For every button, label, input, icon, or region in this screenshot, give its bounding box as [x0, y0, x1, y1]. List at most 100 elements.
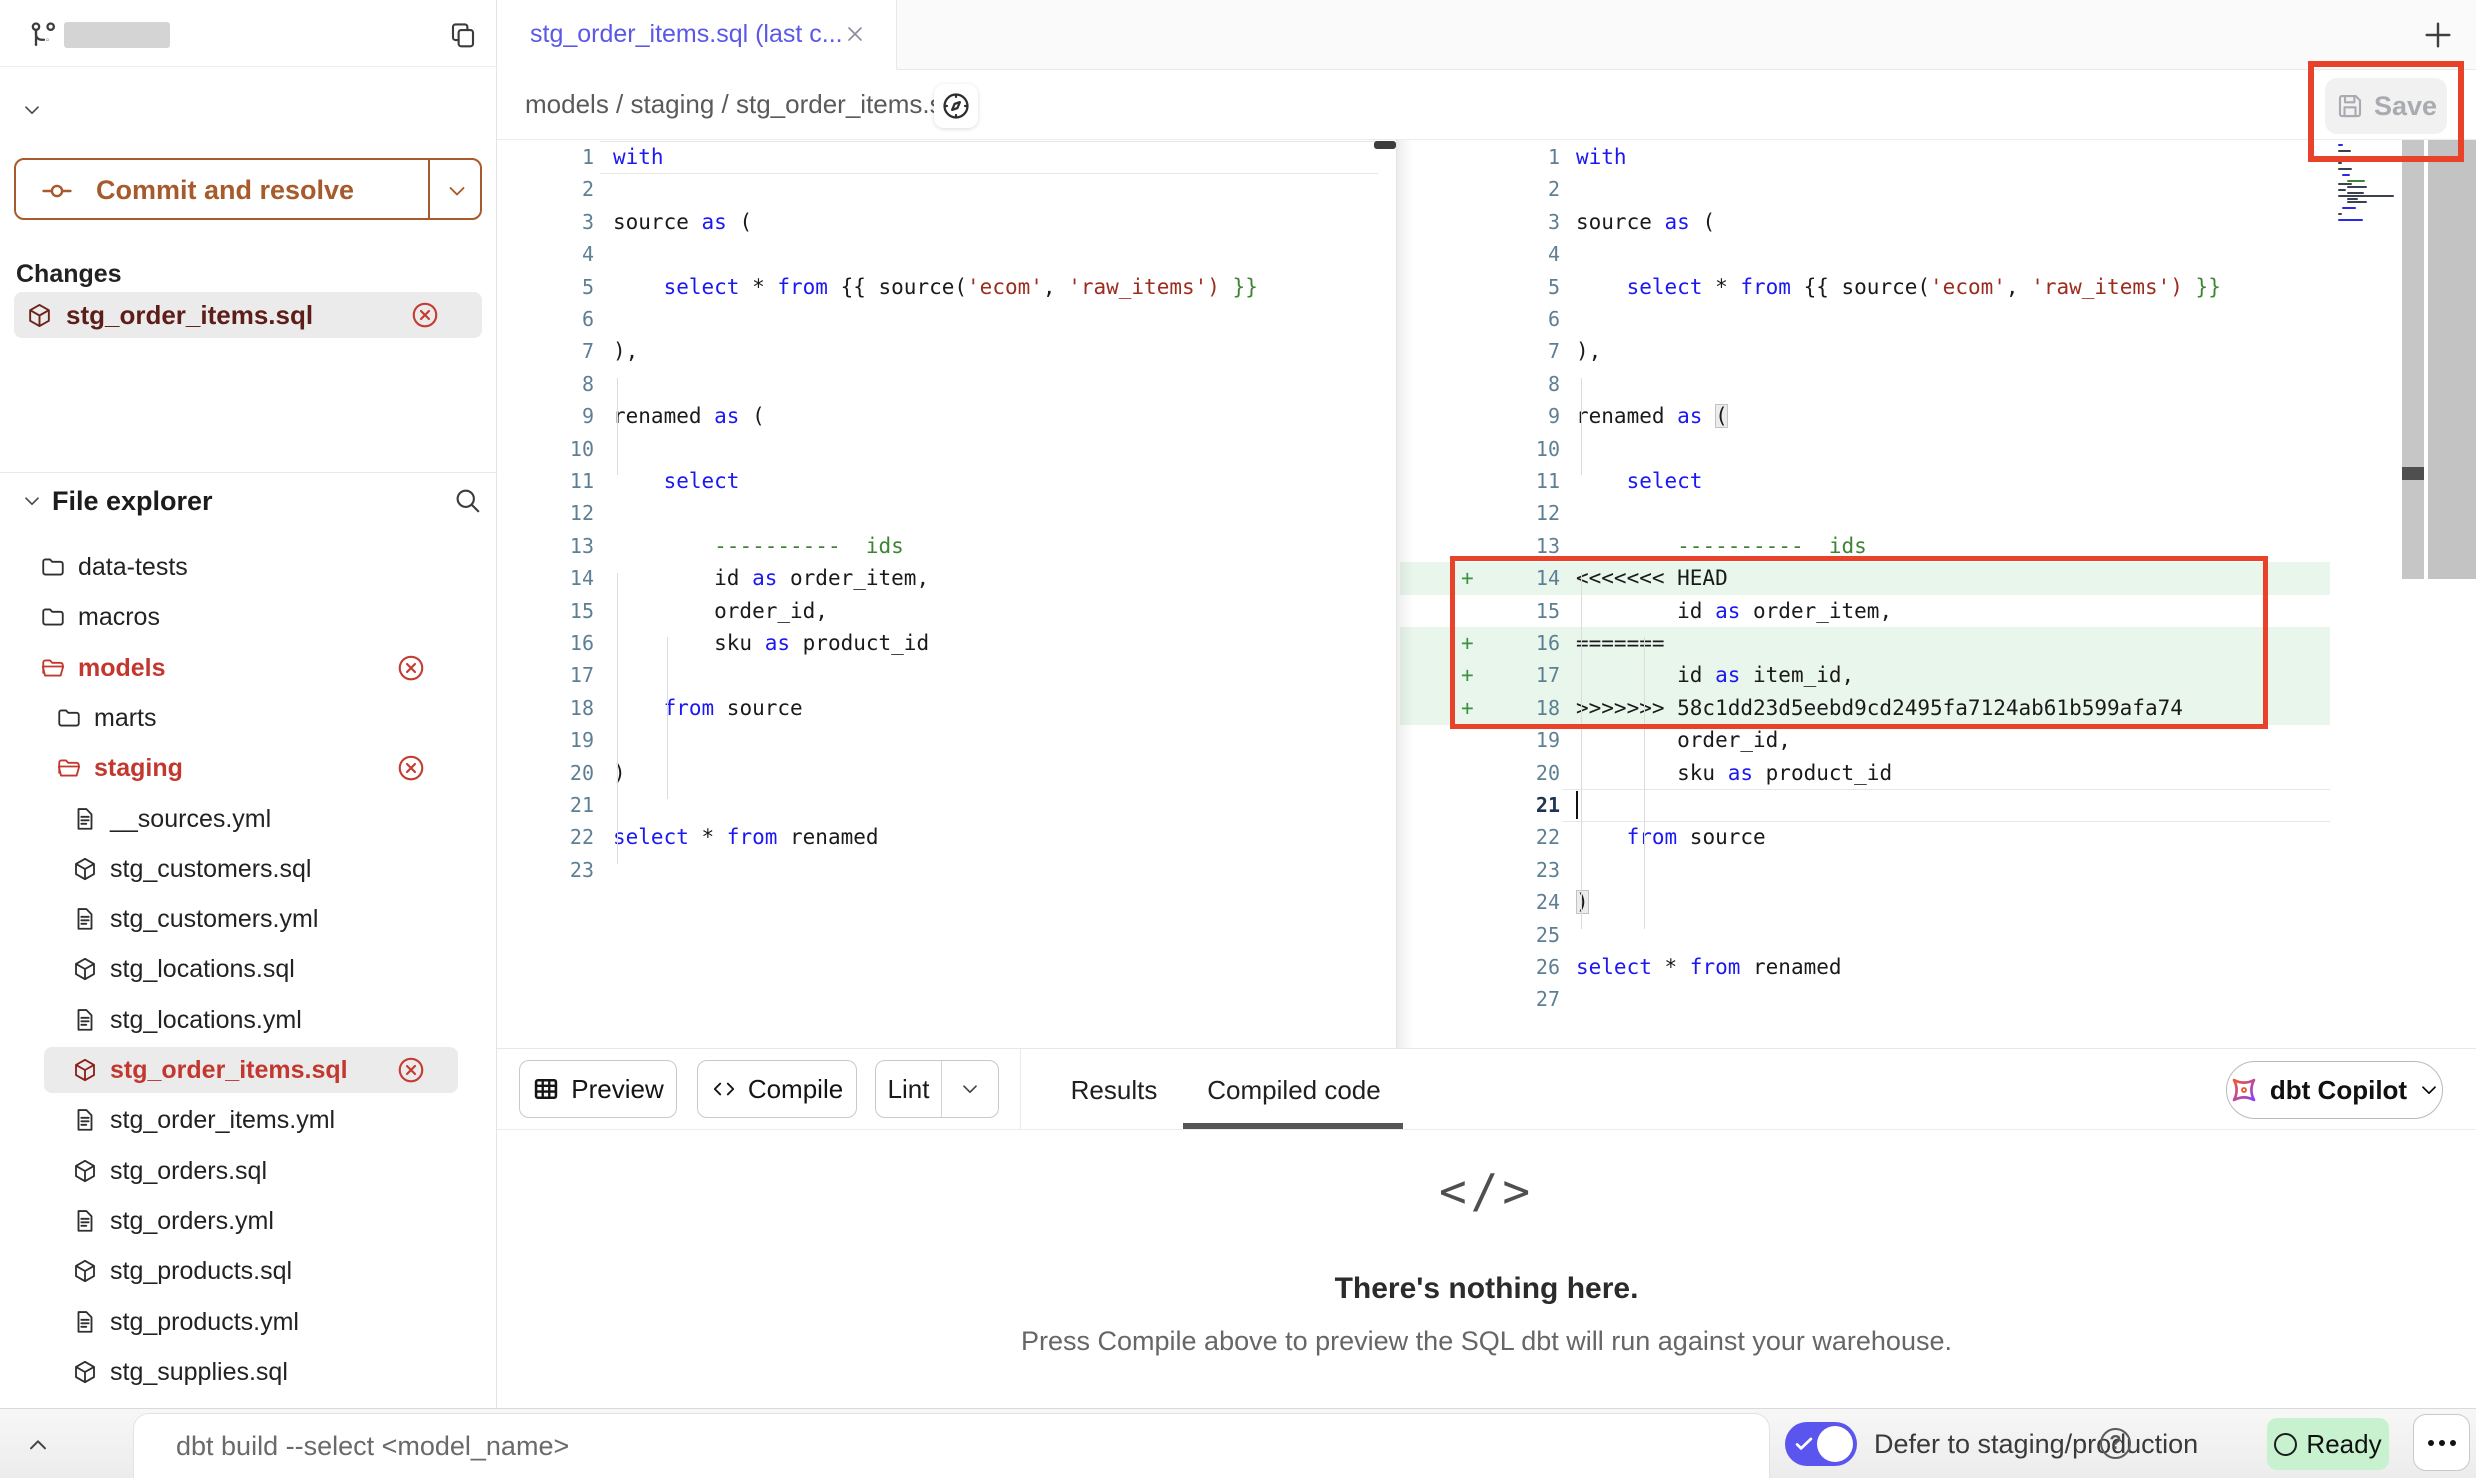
version-control-header[interactable]: Version control 1: [0, 86, 497, 132]
code-line-17: +17 id as item_id,: [1400, 659, 2330, 692]
active-tab-underline: [1183, 1123, 1403, 1129]
discard-change-icon[interactable]: [396, 753, 426, 783]
code-line-19: 19: [517, 724, 1378, 757]
panel-tab-results[interactable]: Results: [1057, 1049, 1171, 1131]
file-item-data-tests[interactable]: data-tests: [0, 544, 497, 590]
code-line-15: 15 id as order_item,: [1400, 595, 2330, 628]
tab-stg-order-items[interactable]: stg_order_items.sql (last c...: [497, 0, 897, 70]
compile-button[interactable]: Compile: [697, 1060, 857, 1118]
file-item-stg-customers-yml[interactable]: stg_customers.yml: [0, 896, 497, 942]
file-item-stg-supplies-sql[interactable]: stg_supplies.sql: [0, 1349, 497, 1395]
file-item-stg-order-items-sql[interactable]: stg_order_items.sql: [0, 1047, 497, 1093]
minimap-line: [2342, 174, 2349, 176]
check-icon: [1793, 1433, 1815, 1455]
code-line-3: 3source as (: [517, 206, 1378, 239]
code-line-11: 11 select: [517, 465, 1378, 498]
code-line-15: 15 order_id,: [517, 595, 1378, 628]
lint-button[interactable]: Lint: [876, 1061, 942, 1117]
new-tab-plus-icon[interactable]: [2421, 18, 2455, 52]
file-item-stg-products-sql[interactable]: stg_products.sql: [0, 1248, 497, 1294]
chevron-down-icon[interactable]: [942, 1061, 998, 1117]
save-button[interactable]: Save: [2325, 78, 2447, 134]
code-line-8: 8: [1400, 368, 2330, 401]
file-item-stg-order-items-yml[interactable]: stg_order_items.yml: [0, 1097, 497, 1143]
minimap-line: [2347, 192, 2364, 194]
table-grid-icon: [532, 1075, 560, 1103]
search-icon: [452, 485, 482, 515]
changes-label: Changes: [16, 260, 122, 289]
file-doc-icon: [72, 1208, 98, 1234]
panel-tab-compiled-code[interactable]: Compiled code: [1187, 1049, 1401, 1131]
help-question-icon: ?: [2100, 1428, 2131, 1459]
close-icon[interactable]: [843, 22, 867, 46]
chevron-down-icon[interactable]: [444, 178, 470, 204]
more-options-button[interactable]: [2413, 1414, 2470, 1471]
lineage-compass-icon: [940, 90, 972, 122]
overview-scrollbar[interactable]: [2428, 140, 2476, 579]
file-explorer-header[interactable]: File explorer: [0, 472, 497, 528]
file-item-stg-locations-sql[interactable]: stg_locations.sql: [0, 946, 497, 992]
discard-change-icon[interactable]: [410, 300, 440, 330]
minimap-line: [2338, 213, 2342, 215]
command-input[interactable]: [133, 1413, 1770, 1478]
discard-change-icon[interactable]: [410, 300, 440, 330]
diff-editor[interactable]: 1with23source as (45 select * from {{ so…: [497, 140, 2476, 1048]
preview-button[interactable]: Preview: [519, 1060, 677, 1118]
code-line-22: 22select * from renamed: [517, 821, 1378, 854]
code-line-17: 17: [517, 659, 1378, 692]
file-item-stg-orders-sql[interactable]: stg_orders.sql: [0, 1148, 497, 1194]
code-line-11: 11 select: [1400, 465, 2330, 498]
file-item-stg-products-yml[interactable]: stg_products.yml: [0, 1299, 497, 1345]
code-line-13: 13 ---------- ids: [1400, 530, 2330, 563]
discard-change-icon[interactable]: [396, 1055, 426, 1085]
code-line-9: 9renamed as (: [517, 400, 1378, 433]
indent-guide: [1644, 637, 1645, 929]
file-item-staging[interactable]: staging: [0, 745, 497, 791]
copy-icon[interactable]: [448, 20, 478, 50]
code-line-6: 6: [1400, 303, 2330, 336]
search-icon[interactable]: [452, 485, 482, 515]
git-branch-icon: [28, 20, 60, 52]
chevron-down-icon[interactable]: [20, 98, 44, 122]
lineage-compass-icon[interactable]: [934, 84, 978, 128]
file-item-stg-customers-sql[interactable]: stg_customers.sql: [0, 846, 497, 892]
file-item--sources-yml[interactable]: __sources.yml: [0, 796, 497, 842]
chevron-down-icon[interactable]: [20, 489, 44, 513]
chevron-up-icon[interactable]: [24, 1431, 52, 1459]
commit-and-resolve-button[interactable]: Commit and resolve: [14, 158, 482, 220]
right-scrollbar-track[interactable]: [2402, 140, 2424, 579]
file-item-models[interactable]: models: [0, 645, 497, 691]
chevron-down-icon[interactable]: [20, 98, 44, 122]
lint-split-button[interactable]: Lint: [875, 1060, 999, 1118]
defer-toggle[interactable]: [1785, 1422, 1857, 1466]
file-item-macros[interactable]: macros: [0, 594, 497, 640]
chevron-down-icon[interactable]: [20, 489, 44, 513]
empty-state-title: There's nothing here.: [497, 1272, 2476, 1306]
dbt-copilot-button[interactable]: dbt Copilot: [2226, 1061, 2443, 1119]
file-item-stg-locations-yml[interactable]: stg_locations.yml: [0, 997, 497, 1043]
minimap-line: [2347, 201, 2367, 203]
file-type-icon: [72, 1208, 98, 1234]
right-scrollbar-thumb[interactable]: [2402, 467, 2424, 480]
git-branch-icon: [28, 20, 60, 52]
code-line-23: 23: [1400, 854, 2330, 887]
minimap-line: [2347, 198, 2358, 200]
code-line-2: 2: [517, 173, 1378, 206]
discard-change-icon[interactable]: [396, 653, 426, 683]
results-panel: </> There's nothing here. Press Compile …: [497, 1130, 2476, 1408]
discard-change-icon[interactable]: [396, 753, 426, 783]
code-line-19: 19 order_id,: [1400, 724, 2330, 757]
file-item-marts[interactable]: marts: [0, 695, 497, 741]
discard-change-icon[interactable]: [396, 653, 426, 683]
code-line-7: 7),: [1400, 335, 2330, 368]
changed-file-row[interactable]: stg_order_items.sql: [14, 292, 482, 338]
breadcrumb: models / staging / stg_order_items.sql: [525, 70, 963, 139]
left-scrollbar-thumb[interactable]: [1374, 141, 1396, 149]
file-item-stg-orders-yml[interactable]: stg_orders.yml: [0, 1198, 497, 1244]
code-line-27: 27: [1400, 983, 2330, 1016]
file-doc-icon: [72, 1007, 98, 1033]
code-line-21: 21: [1400, 789, 2330, 822]
defer-label: Defer to staging/production: [1874, 1409, 2198, 1478]
model-cube-icon: [72, 956, 98, 982]
discard-change-icon[interactable]: [396, 1055, 426, 1085]
